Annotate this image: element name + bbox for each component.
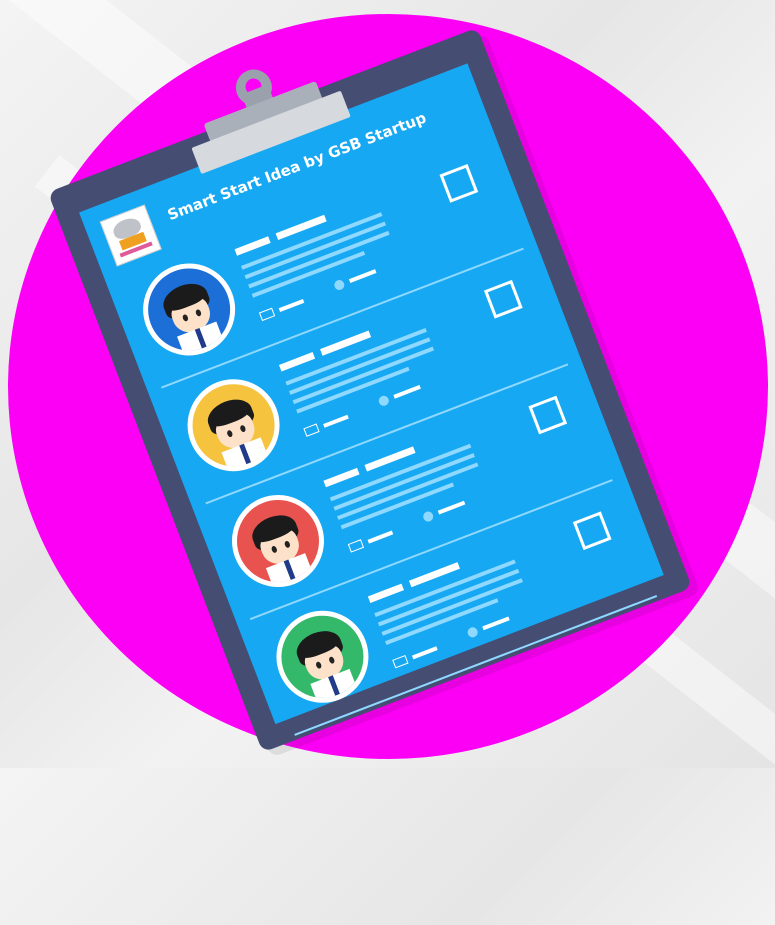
text-placeholder (348, 269, 377, 283)
dot-icon (421, 510, 435, 524)
dot-icon (466, 625, 480, 639)
text-placeholder (437, 500, 466, 515)
heading-placeholder (323, 467, 360, 488)
entry-checkbox[interactable] (439, 164, 479, 203)
tag-icon (392, 654, 409, 669)
text-placeholder (393, 384, 421, 399)
entry-checkbox[interactable] (572, 511, 612, 551)
text-placeholder (482, 616, 510, 631)
gsb-logo (99, 204, 162, 267)
heading-placeholder (234, 236, 271, 256)
text-placeholder (411, 646, 438, 660)
avatar (218, 481, 338, 601)
tag-icon (303, 423, 320, 437)
dot-icon (332, 278, 346, 292)
tag-icon (347, 539, 365, 553)
heading-placeholder (278, 352, 316, 372)
heading-placeholder (367, 583, 404, 604)
text-placeholder (323, 414, 349, 428)
text-placeholder (278, 298, 305, 313)
avatar (263, 597, 382, 717)
entry-checkbox[interactable] (483, 279, 523, 319)
text-placeholder (367, 530, 394, 544)
avatar (129, 250, 249, 369)
dot-icon (377, 394, 391, 408)
tag-icon (258, 307, 276, 322)
entry-checkbox[interactable] (528, 395, 568, 435)
avatar (174, 365, 293, 485)
